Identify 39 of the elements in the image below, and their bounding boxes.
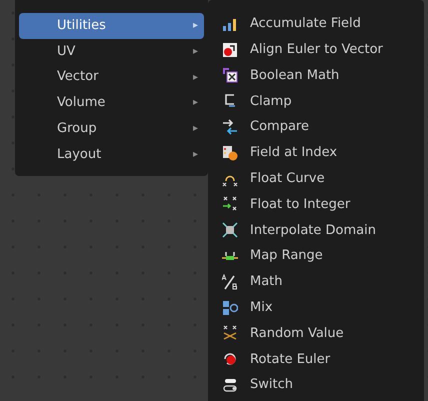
menu-item[interactable]: Boolean Math: [222, 62, 424, 88]
menu-item[interactable]: Mix: [222, 294, 424, 321]
menu-item[interactable]: Layout ▸: [19, 141, 204, 168]
menu-item[interactable]: Random Value: [222, 320, 424, 346]
menu-item[interactable]: Utilities ▸: [19, 13, 204, 39]
menu-item[interactable]: Clamp: [222, 88, 424, 114]
node-icon: [222, 42, 238, 58]
submenu-arrow: ▸: [192, 96, 198, 110]
node-icon: [222, 222, 238, 238]
submenu-arrow: ▸: [192, 122, 198, 136]
menu-item[interactable]: Float Curve: [222, 166, 424, 192]
menu-item[interactable]: Compare: [222, 114, 424, 140]
menu-item[interactable]: UV ▸: [19, 38, 204, 64]
submenu-arrow: ▸: [192, 19, 198, 34]
menu-item[interactable]: Field at Index: [222, 140, 424, 166]
submenu-arrow: ▸: [192, 70, 198, 85]
node-icon: [222, 325, 238, 342]
node-icon: [222, 196, 238, 212]
node-icon: [222, 119, 238, 136]
menu-item[interactable]: Vector ▸: [19, 64, 204, 90]
menu-item[interactable]: Switch: [222, 372, 424, 398]
menu-item[interactable]: Group ▸: [19, 116, 204, 142]
node-icon: [222, 351, 238, 368]
submenu-arrow: ▸: [192, 148, 198, 162]
menu-item[interactable]: Float to Integer: [222, 192, 424, 218]
submenu-arrow: ▸: [192, 45, 198, 60]
node-icon: [222, 144, 238, 161]
menu-item[interactable]: Align Euler to Vector: [222, 36, 424, 63]
node-icon: [222, 377, 238, 394]
menu-item[interactable]: Volume ▸: [19, 90, 204, 116]
node-icon: [222, 274, 238, 290]
node-icon: [222, 93, 238, 110]
menu-item[interactable]: Accumulate Field: [222, 11, 424, 37]
node-icon: [222, 300, 238, 316]
menu-item[interactable]: Math: [222, 268, 424, 295]
node-icon: [222, 67, 238, 84]
menu-item[interactable]: Interpolate Domain: [222, 217, 424, 244]
menu-item[interactable]: Rotate Euler: [222, 346, 424, 372]
menu-item[interactable]: Map Range: [222, 243, 424, 269]
